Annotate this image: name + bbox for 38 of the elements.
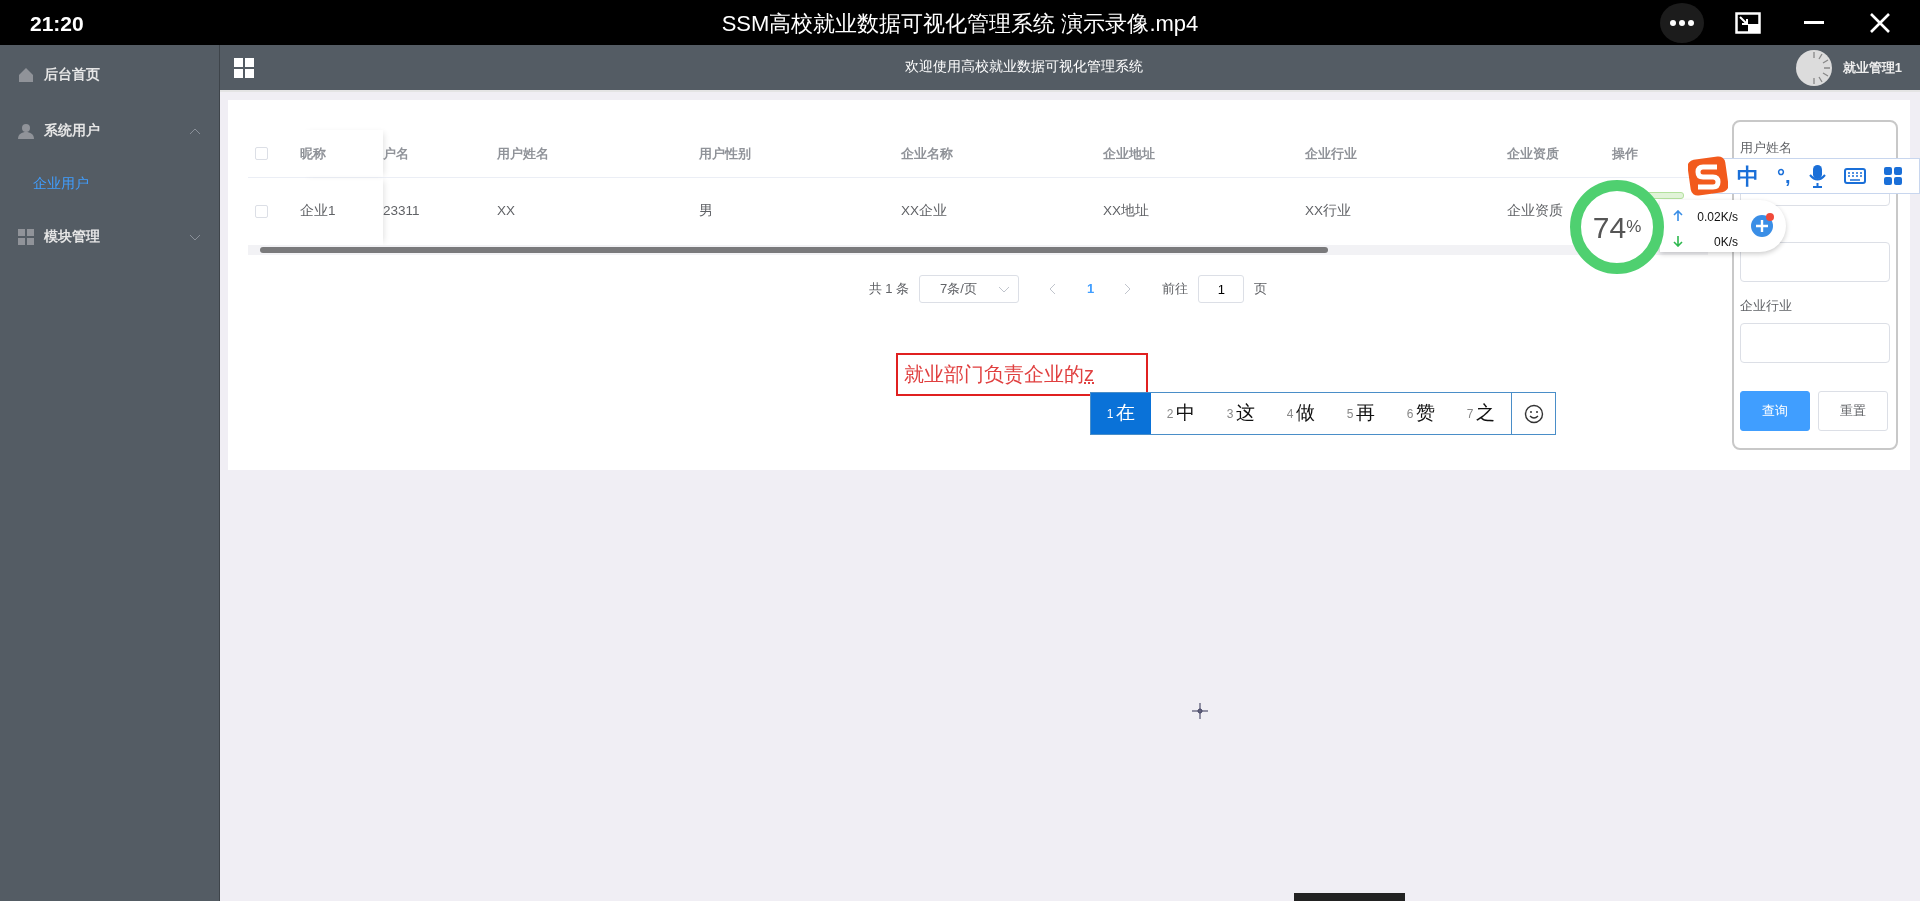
- table-cell-text: 企业资质: [1507, 202, 1563, 221]
- sidebar-item[interactable]: 模块管理: [0, 209, 219, 265]
- table-cell-text: XX企业: [901, 202, 947, 221]
- table-cell-text: 男: [699, 202, 713, 221]
- clock-time: 21:20: [30, 11, 84, 37]
- welcome-title: 欢迎使用高校就业数据可视化管理系统: [904, 58, 1145, 77]
- user-name[interactable]: 就业管理1: [1842, 57, 1902, 78]
- punctuation-toggle[interactable]: °,: [1777, 161, 1791, 191]
- column-header: 用户姓名: [497, 144, 549, 163]
- input-mode-toggle[interactable]: 中: [1737, 159, 1759, 193]
- table-cell-text: XX地址: [1103, 202, 1149, 221]
- ime-candidate[interactable]: 1 在: [1091, 393, 1151, 434]
- column-header: 操作: [1612, 144, 1638, 163]
- table-cell-text: 23311: [383, 202, 420, 221]
- table-cell-text: 企业1: [300, 202, 336, 221]
- column-header: 用户性别: [699, 144, 751, 163]
- goto-label: 前往: [1162, 280, 1189, 299]
- sidebar-item[interactable]: 系统用户: [0, 103, 219, 159]
- page-size-select[interactable]: 7条/页: [919, 275, 1020, 303]
- table-cell-text: XX行业: [1305, 202, 1351, 221]
- column-header: 昵称: [300, 144, 326, 163]
- sidebar-item[interactable]: 后台首页: [0, 47, 219, 103]
- field-label: 企业行业: [1740, 296, 1793, 315]
- field-label: 用户姓名: [1740, 139, 1793, 157]
- page-input[interactable]: 1: [1198, 275, 1245, 303]
- table-cell-text: XX: [497, 202, 515, 221]
- video-title: SSM高校就业数据可视化管理系统 演示录像.mp4: [721, 10, 1199, 38]
- download-speed: 0K/s: [1714, 234, 1738, 251]
- upload-speed: 0.02K/s: [1697, 209, 1738, 226]
- reset-button[interactable]: 重置: [1818, 391, 1888, 431]
- column-header: 企业行业: [1305, 144, 1357, 163]
- column-header: 企业地址: [1103, 144, 1155, 163]
- page-suffix: 页: [1254, 280, 1268, 299]
- total-count: 共 1 条: [868, 280, 910, 299]
- column-header: 户名: [383, 144, 409, 163]
- column-header: 企业名称: [901, 144, 953, 163]
- column-header: 企业资质: [1507, 144, 1559, 163]
- ime-composition: 就业部门负责企业的z: [896, 353, 1148, 396]
